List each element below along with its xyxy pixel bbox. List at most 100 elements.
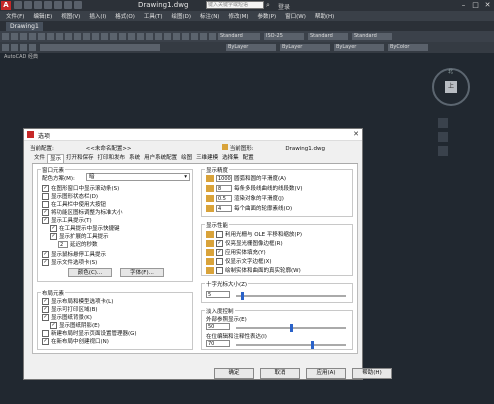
xref-fade-input[interactable]: 50 xyxy=(206,323,230,330)
checkbox[interactable] xyxy=(216,266,223,274)
checkbox[interactable]: ✓ xyxy=(42,216,49,224)
layer-icon[interactable] xyxy=(2,44,9,51)
menu-view[interactable]: 视图(V) xyxy=(61,12,80,20)
checkbox-row[interactable]: 利用光栅与 OLE 平移和缩放(P) xyxy=(206,230,302,238)
checkbox[interactable]: ✓ xyxy=(42,258,49,266)
layer-icon[interactable] xyxy=(20,44,27,51)
checkbox[interactable]: ✓ xyxy=(42,313,49,321)
tool-icon[interactable] xyxy=(101,33,108,40)
checkbox[interactable] xyxy=(42,192,49,200)
menu-modify[interactable]: 修改(M) xyxy=(228,12,248,20)
checkbox-row[interactable]: ✓ 在工具提示中显示快捷键 xyxy=(50,224,120,232)
checkbox[interactable]: ✓ xyxy=(42,208,49,216)
tool-icon[interactable] xyxy=(191,33,198,40)
tab-files[interactable]: 文件 xyxy=(32,154,47,163)
checkbox[interactable]: ✓ xyxy=(42,250,49,258)
tab-open-save[interactable]: 打开和保存 xyxy=(64,154,96,163)
tool-icon[interactable] xyxy=(146,33,153,40)
checkbox-row[interactable]: ✓ 显示图纸阴影(E) xyxy=(50,321,100,329)
checkbox[interactable]: ✓ xyxy=(42,305,49,313)
tab-drawing1[interactable]: Drawing1 xyxy=(6,22,43,31)
tool-icon[interactable] xyxy=(119,33,126,40)
saveas-icon[interactable] xyxy=(44,1,52,9)
menu-edit[interactable]: 编辑(E) xyxy=(33,12,52,20)
tool-icon[interactable] xyxy=(11,33,18,40)
layer-icon[interactable] xyxy=(11,44,18,51)
print-icon[interactable] xyxy=(54,1,62,9)
xref-fade-slider[interactable] xyxy=(236,324,346,332)
checkbox[interactable]: ✓ xyxy=(42,337,49,345)
tool-icon[interactable] xyxy=(182,33,189,40)
tool-icon[interactable] xyxy=(29,33,36,40)
checkbox-row[interactable]: ✓ 将功能区图标调整为标准大小 xyxy=(42,208,123,216)
checkbox-row[interactable]: 新建布局时显示页面设置管理器(G) xyxy=(42,329,137,337)
tool-icon[interactable] xyxy=(128,33,135,40)
tab-system[interactable]: 系统 xyxy=(127,154,142,163)
crosshair-slider[interactable] xyxy=(236,292,346,300)
plotstyle-combo[interactable]: ByColor xyxy=(388,44,428,51)
tool-icon[interactable] xyxy=(173,33,180,40)
dim-style-combo[interactable]: ISO-25 xyxy=(264,33,304,40)
checkbox-row[interactable]: ✓ 在新布局中创建视口(N) xyxy=(42,337,109,345)
checkbox[interactable]: ✓ xyxy=(50,232,57,240)
checkbox-row[interactable]: ✓ 显示鼠标悬停工具提示 xyxy=(42,250,106,258)
tool-icon[interactable] xyxy=(137,33,144,40)
table-style-combo[interactable]: Standard xyxy=(308,33,348,40)
tab-user-preferences[interactable]: 用户系统配置 xyxy=(142,154,179,163)
new-icon[interactable] xyxy=(14,1,22,9)
delay-seconds-input[interactable]: 2 xyxy=(58,240,68,248)
tab-selection[interactable]: 选择集 xyxy=(220,154,241,163)
orbit-icon[interactable] xyxy=(438,146,448,156)
resolution-input[interactable]: 0.5 xyxy=(216,194,232,202)
checkbox[interactable]: ✓ xyxy=(216,239,223,247)
apply-button[interactable]: 应用(A) xyxy=(306,368,346,379)
checkbox[interactable]: ✓ xyxy=(42,184,49,192)
crosshair-input[interactable]: 5 xyxy=(206,291,230,298)
checkbox-row[interactable]: ✓ 仅亮显光栅图像边框(R) xyxy=(206,239,283,247)
checkbox-row[interactable]: 绘制实体和曲面的真实轮廓(W) xyxy=(206,266,301,274)
minimize-button[interactable]: – xyxy=(459,1,468,9)
tool-icon[interactable] xyxy=(38,33,45,40)
checkbox-row[interactable]: ✓ 显示扩展的工具提示 xyxy=(50,232,109,240)
tool-icon[interactable] xyxy=(92,33,99,40)
menu-format[interactable]: 格式(O) xyxy=(115,12,135,20)
checkbox[interactable] xyxy=(42,200,49,208)
menu-parametric[interactable]: 参数(P) xyxy=(258,12,277,20)
tab-profiles[interactable]: 配置 xyxy=(241,154,256,163)
checkbox-row[interactable]: ✓ 在图形窗口中显示滚动条(S) xyxy=(42,184,119,192)
viewcube[interactable]: 北 上 xyxy=(432,68,470,106)
dialog-close-icon[interactable]: ✕ xyxy=(353,130,359,138)
tool-icon[interactable] xyxy=(65,33,72,40)
checkbox[interactable]: ✓ xyxy=(216,248,223,256)
linetype-combo[interactable]: ByLayer xyxy=(280,44,330,51)
menu-file[interactable]: 文件(F) xyxy=(6,12,24,20)
layer-icon[interactable] xyxy=(29,44,36,51)
crosshair-slider-thumb[interactable] xyxy=(241,292,244,300)
layer-combo[interactable] xyxy=(40,44,160,51)
cancel-button[interactable]: 取消 xyxy=(260,368,300,379)
tool-icon[interactable] xyxy=(47,33,54,40)
zoom-icon[interactable] xyxy=(438,132,448,142)
tool-icon[interactable] xyxy=(110,33,117,40)
checkbox-row[interactable]: ✓ 应用实体填充(Y) xyxy=(206,248,266,256)
close-button[interactable]: ✕ xyxy=(483,1,492,9)
resolution-input[interactable]: 1000 xyxy=(216,174,232,182)
checkbox[interactable]: ✓ xyxy=(42,297,49,305)
inplace-fade-slider[interactable] xyxy=(236,341,346,349)
viewcube-top-face[interactable]: 上 xyxy=(445,81,457,93)
checkbox-row[interactable]: ✓ 显示可打印区域(B) xyxy=(42,305,98,313)
inplace-fade-input[interactable]: 70 xyxy=(206,340,230,347)
tool-icon[interactable] xyxy=(2,33,9,40)
xref-fade-slider-thumb[interactable] xyxy=(290,324,293,332)
resolution-input[interactable]: 8 xyxy=(216,184,232,192)
mleader-style-combo[interactable]: Standard xyxy=(352,33,392,40)
checkbox[interactable] xyxy=(216,257,223,265)
inplace-fade-slider-thumb[interactable] xyxy=(311,341,314,349)
pan-icon[interactable] xyxy=(438,118,448,128)
checkbox-row[interactable]: ✓ 显示图纸背景(K) xyxy=(42,313,92,321)
checkbox-row[interactable]: ✓ 显示工具提示(T) xyxy=(42,216,92,224)
tool-icon[interactable] xyxy=(83,33,90,40)
color-scheme-select[interactable]: 暗 ▾ xyxy=(86,173,190,181)
menu-insert[interactable]: 插入(I) xyxy=(89,12,106,20)
autocad-logo-icon[interactable]: A xyxy=(1,1,11,10)
